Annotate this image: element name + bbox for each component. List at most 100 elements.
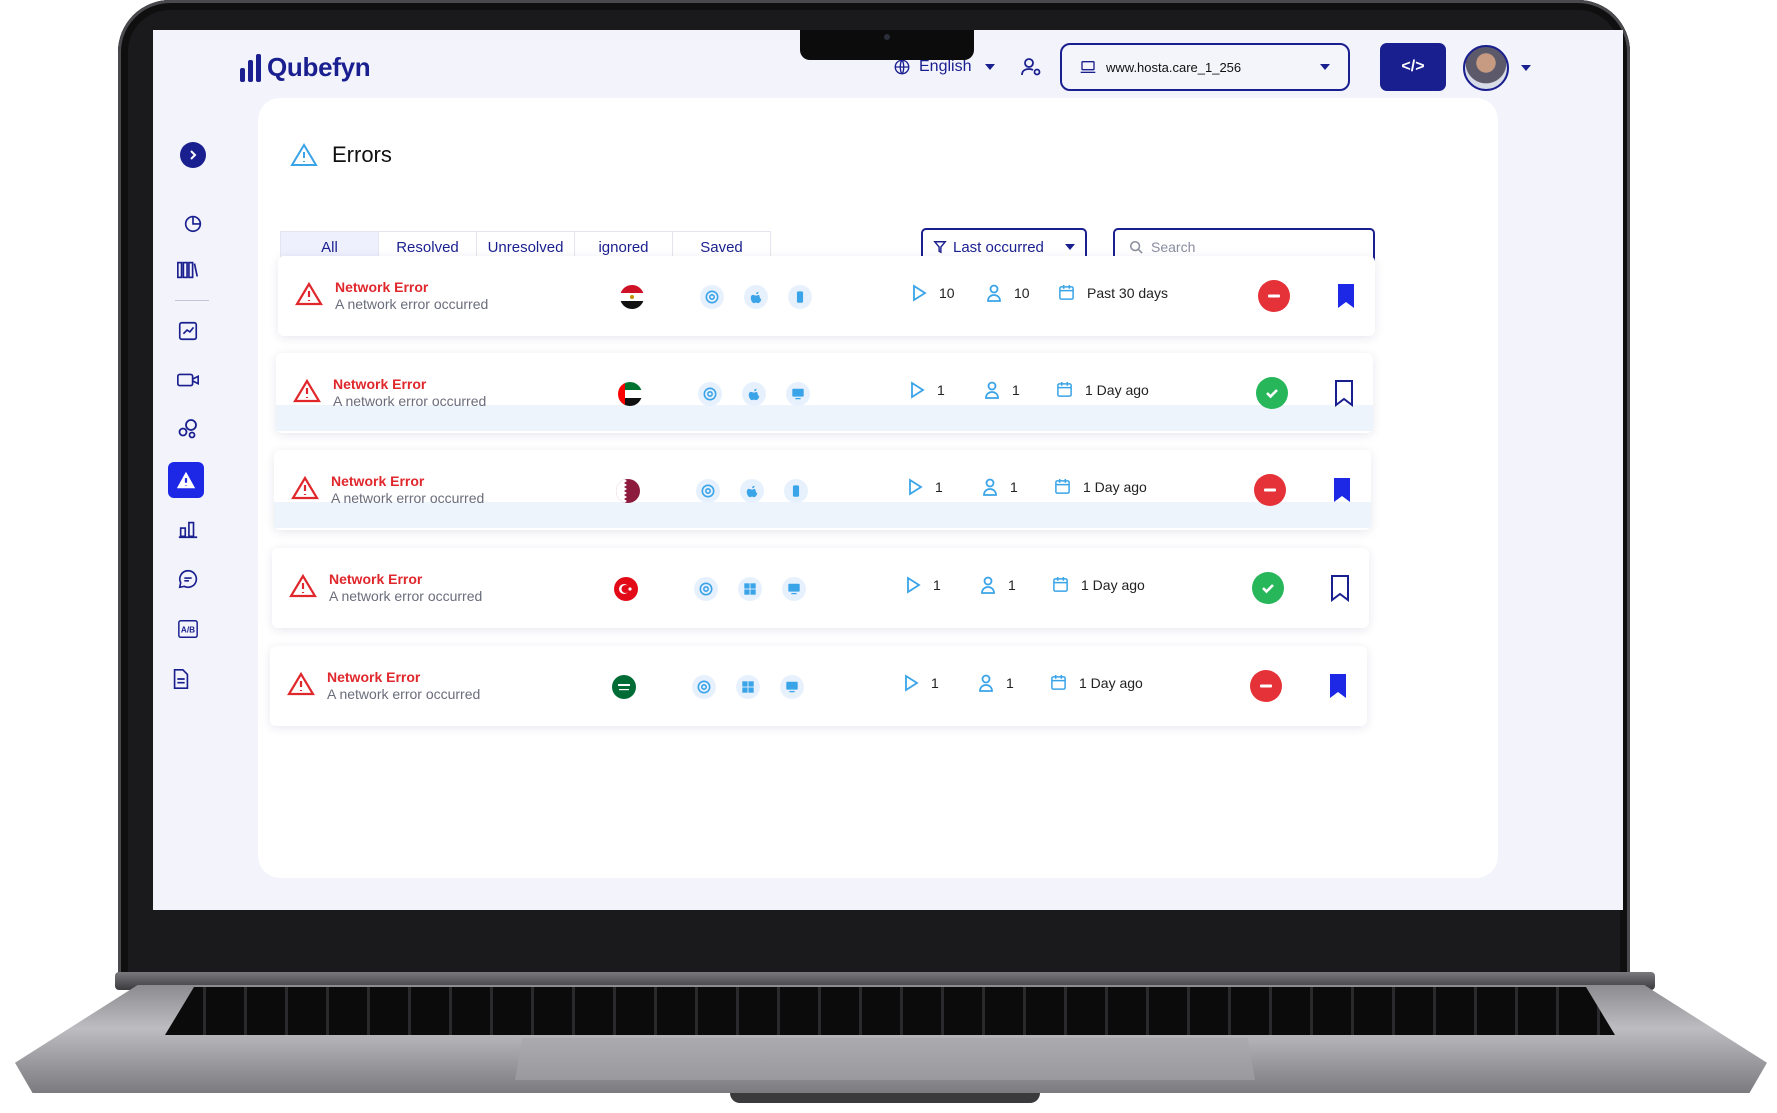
language-selector[interactable]: English	[893, 58, 996, 76]
users-count: 10	[986, 284, 1030, 302]
error-warning-icon	[287, 671, 315, 696]
last-occurred: 1 Day ago	[1054, 478, 1147, 495]
minus-icon	[1260, 684, 1272, 688]
laptop-frame: Qubefyn English www.hosta.care_1_256 </>	[0, 0, 1777, 1113]
filter-icon	[933, 241, 947, 254]
segments-icon	[178, 419, 197, 439]
keyboard	[165, 987, 1615, 1035]
error-warning-icon	[295, 281, 323, 306]
unresolved-status-button[interactable]	[1254, 474, 1286, 506]
error-row[interactable]: Network Error A network error occurred 1 1 1…	[272, 548, 1369, 628]
sidebar-item-recordings[interactable]	[170, 362, 206, 398]
resolved-status-button[interactable]	[1252, 572, 1284, 604]
sidebar-item-reports[interactable]	[163, 661, 199, 697]
bookmark-filled-icon[interactable]	[1327, 672, 1349, 700]
unresolved-status-button[interactable]	[1250, 670, 1282, 702]
globe-icon	[894, 59, 910, 75]
errors-panel: Errors All Resolved Unresolved ignored S…	[258, 98, 1498, 878]
pie-chart-icon	[184, 215, 202, 233]
user-settings-button[interactable]	[1019, 55, 1043, 84]
chevron-down-icon	[1065, 244, 1075, 250]
check-icon	[1266, 389, 1278, 399]
chrome-icon	[698, 382, 722, 406]
error-description: A network error occurred	[333, 393, 487, 409]
users-count: 1	[980, 576, 1016, 594]
resolved-status-button[interactable]	[1256, 377, 1288, 409]
calendar-icon	[1053, 576, 1068, 592]
play-icon	[913, 284, 927, 302]
error-description: A network error occurred	[329, 588, 483, 604]
user-icon	[987, 284, 1001, 302]
unresolved-status-button[interactable]	[1258, 280, 1290, 312]
error-warning-icon	[291, 475, 319, 500]
app-logo[interactable]: Qubefyn	[240, 52, 371, 83]
page-header: Errors	[290, 142, 392, 168]
calendar-icon	[1051, 674, 1066, 690]
sidebar-item-trends[interactable]	[170, 313, 206, 349]
bookmark-outline-icon[interactable]	[1333, 379, 1355, 407]
sidebar-item-stats[interactable]	[170, 511, 206, 547]
play-icon	[909, 478, 923, 496]
error-warning-icon	[293, 378, 321, 403]
chrome-icon	[700, 285, 724, 309]
chevron-down-icon[interactable]	[1521, 65, 1531, 71]
bookmark-outline-icon[interactable]	[1329, 574, 1351, 602]
user-icon	[979, 674, 993, 692]
error-row[interactable]: Network Error A network error occurred 10 1…	[278, 256, 1375, 336]
trackpad	[515, 1038, 1255, 1080]
mobile-icon	[784, 479, 808, 503]
apple-icon	[742, 382, 766, 406]
site-selector[interactable]: www.hosta.care_1_256	[1060, 43, 1350, 91]
error-title[interactable]: Network Error	[335, 279, 428, 295]
sidebar-expand-button[interactable]	[180, 142, 206, 168]
sessions-count: 10	[911, 284, 955, 302]
logo-icon	[240, 53, 261, 82]
sidebar-item-errors[interactable]	[168, 462, 204, 498]
users-value: 1	[1008, 577, 1016, 593]
users-count: 1	[982, 478, 1018, 496]
users-count: 1	[978, 674, 1014, 692]
chevron-right-icon	[190, 150, 197, 160]
error-row[interactable]: Network Error A network error occurred 1 1 1…	[274, 450, 1371, 530]
sessions-value: 1	[933, 577, 941, 593]
laptop-icon	[1080, 61, 1096, 73]
minus-icon	[1268, 294, 1280, 298]
chevron-down-icon	[1320, 64, 1330, 70]
desktop-icon	[782, 577, 806, 601]
sessions-value: 1	[937, 382, 945, 398]
sidebar-item-analytics[interactable]	[175, 205, 211, 241]
bookmark-filled-icon[interactable]	[1335, 282, 1357, 310]
video-icon	[177, 373, 199, 387]
bookmark-filled-icon[interactable]	[1331, 476, 1353, 504]
egypt-flag-icon	[620, 285, 644, 309]
sidebar-item-ab-testing[interactable]: A/B	[170, 611, 206, 647]
code-snippet-button[interactable]: </>	[1380, 43, 1446, 91]
warning-icon	[176, 471, 196, 489]
sessions-count: 1	[905, 576, 941, 594]
sidebar-item-library[interactable]	[170, 252, 206, 288]
sidebar-item-segments[interactable]	[170, 411, 206, 447]
windows-icon	[738, 577, 762, 601]
search-placeholder: Search	[1151, 239, 1196, 255]
error-title[interactable]: Network Error	[329, 571, 422, 587]
ab-test-icon: A/B	[178, 620, 198, 638]
qatar-flag-icon	[616, 479, 640, 503]
error-title[interactable]: Network Error	[327, 669, 420, 685]
lid-opening-notch	[730, 1093, 1040, 1103]
last-occurred-value: 1 Day ago	[1081, 576, 1145, 593]
chat-icon	[178, 569, 198, 589]
error-title[interactable]: Network Error	[333, 376, 426, 392]
bar-chart-icon	[178, 521, 198, 539]
error-row[interactable]: Network Error A network error occurred 1 1 1…	[270, 646, 1367, 726]
error-row[interactable]: Network Error A network error occurred 1 1 1…	[276, 353, 1373, 433]
sidebar-item-feedback[interactable]	[170, 561, 206, 597]
avatar[interactable]	[1463, 45, 1509, 91]
calendar-icon	[1055, 478, 1070, 494]
sessions-value: 10	[939, 285, 955, 301]
app-name: Qubefyn	[267, 52, 371, 82]
chrome-icon	[696, 479, 720, 503]
desktop-icon	[780, 675, 804, 699]
apple-icon	[740, 479, 764, 503]
error-title[interactable]: Network Error	[331, 473, 424, 489]
sessions-count: 1	[907, 478, 943, 496]
